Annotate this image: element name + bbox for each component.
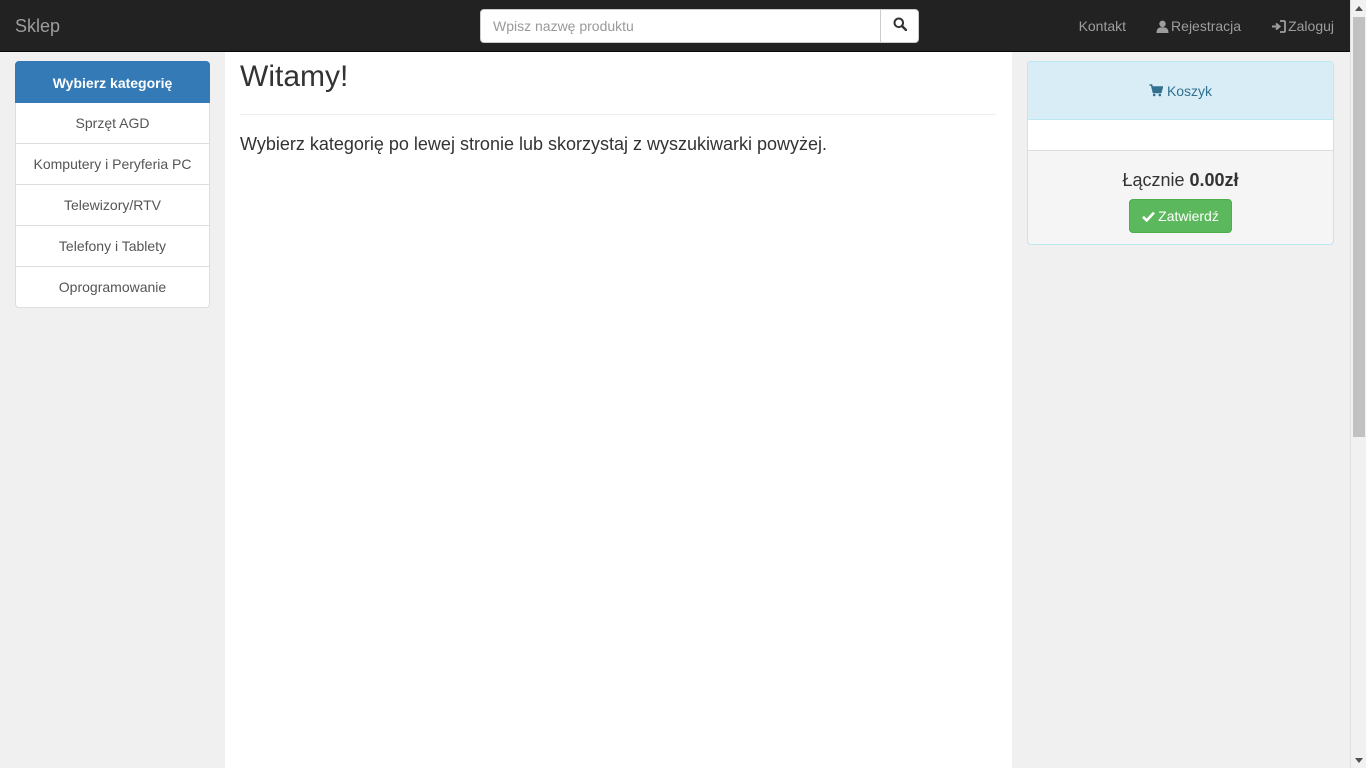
scroll-up-arrow-icon[interactable] xyxy=(1351,0,1366,16)
top-navbar: Sklep Kontakt Rejestracja xyxy=(0,0,1350,52)
cart-total-value: 0.00zł xyxy=(1189,170,1239,190)
category-sidebar: Wybierz kategorię Sprzęt AGD Komputery i… xyxy=(15,61,210,308)
nav-links: Kontakt Rejestracja Zaloguj xyxy=(1049,0,1334,52)
search-bar xyxy=(480,9,919,43)
page-title: Witamy! xyxy=(240,60,349,93)
cart-footer: Łącznie 0.00zł Zatwierdź xyxy=(1028,151,1333,233)
cart-title: Koszyk xyxy=(1166,82,1213,99)
cart-panel: Koszyk Łącznie 0.00zł Zatwierdź xyxy=(1027,61,1334,245)
search-button[interactable] xyxy=(880,9,919,43)
category-header[interactable]: Wybierz kategorię xyxy=(15,61,210,103)
register-link[interactable]: Rejestracja xyxy=(1156,18,1241,34)
page-scrollbar[interactable] xyxy=(1350,0,1366,768)
category-item-tv[interactable]: Telewizory/RTV xyxy=(15,185,210,226)
category-item-computers[interactable]: Komputery i Peryferia PC xyxy=(15,144,210,185)
search-input[interactable] xyxy=(480,9,880,43)
cart-items-area xyxy=(1028,120,1333,151)
brand-logo[interactable]: Sklep xyxy=(15,14,60,38)
log-in-icon xyxy=(1271,19,1286,33)
confirm-button-label: Zatwierdź xyxy=(1158,208,1219,224)
cart-header[interactable]: Koszyk xyxy=(1028,62,1333,120)
login-link-label: Zaloguj xyxy=(1288,18,1334,34)
main-content: Witamy! Wybierz kategorię po lewej stron… xyxy=(225,52,1012,768)
scroll-down-arrow-icon[interactable] xyxy=(1351,752,1366,768)
category-item-phones[interactable]: Telefony i Tablety xyxy=(15,226,210,267)
shopping-cart-icon xyxy=(1149,84,1163,97)
title-divider xyxy=(240,114,996,115)
check-icon xyxy=(1142,211,1156,222)
user-icon xyxy=(1156,20,1169,33)
contact-link[interactable]: Kontakt xyxy=(1079,18,1126,34)
category-item-agd[interactable]: Sprzęt AGD xyxy=(15,103,210,144)
category-item-software[interactable]: Oprogramowanie xyxy=(15,267,210,308)
confirm-button[interactable]: Zatwierdź xyxy=(1129,199,1232,233)
welcome-text: Wybierz kategorię po lewej stronie lub s… xyxy=(240,134,828,154)
search-icon xyxy=(893,17,907,36)
contact-link-label: Kontakt xyxy=(1078,18,1127,34)
register-link-label: Rejestracja xyxy=(1171,18,1242,34)
login-link[interactable]: Zaloguj xyxy=(1271,18,1334,34)
cart-total-label: Łącznie xyxy=(1122,170,1185,190)
scroll-thumb[interactable] xyxy=(1353,17,1365,437)
cart-total: Łącznie 0.00zł xyxy=(1028,170,1333,191)
